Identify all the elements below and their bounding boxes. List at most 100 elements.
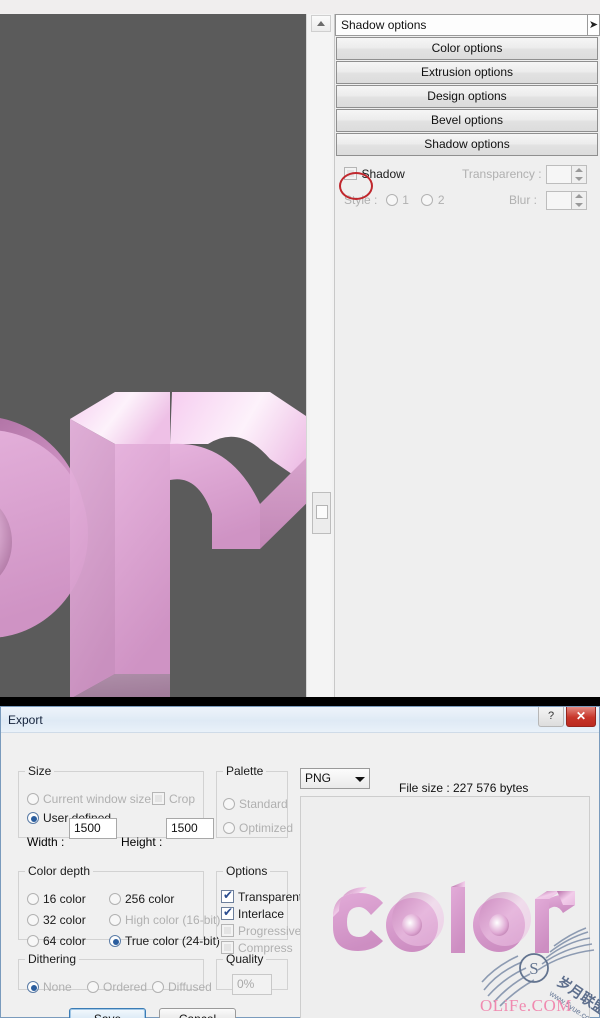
radio-64-color-dot[interactable] <box>27 935 39 947</box>
checkbox-transparent-box[interactable] <box>221 890 234 903</box>
quality-group-legend: Quality <box>223 952 266 966</box>
width-label: Width : <box>27 835 64 849</box>
cancel-button[interactable]: Cancel <box>159 1008 236 1018</box>
radio-16-color-label: 16 color <box>43 892 86 906</box>
export-preview <box>300 796 590 1018</box>
black-divider <box>0 697 600 706</box>
color-depth-group-legend: Color depth <box>25 864 93 878</box>
checkbox-crop-label: Crop <box>169 792 195 806</box>
splitter-handle-icon[interactable] <box>312 492 331 534</box>
transparency-spinner[interactable] <box>546 165 587 184</box>
checkbox-interlace[interactable]: Interlace <box>221 907 284 921</box>
panel-collapse-arrow-icon[interactable]: ➤ <box>587 15 599 35</box>
radio-32-color-dot[interactable] <box>27 914 39 926</box>
radio-256-color-label: 256 color <box>125 892 174 906</box>
top-strip <box>0 0 600 14</box>
canvas-3d-viewport[interactable] <box>0 14 306 697</box>
button-design-options[interactable]: Design options <box>336 85 598 108</box>
radio-current-window-size[interactable]: Current window size <box>27 792 151 806</box>
quality-input[interactable]: 0% <box>232 974 272 995</box>
radio-16-color-dot[interactable] <box>27 893 39 905</box>
transparency-input[interactable] <box>546 165 572 184</box>
radio-dither-none-dot[interactable] <box>27 981 39 993</box>
options-group: Options Transparent Interlace Progressiv… <box>216 864 288 940</box>
style-radio-1-label: 1 <box>402 193 409 207</box>
checkbox-interlace-box[interactable] <box>221 907 234 920</box>
style-radio-2[interactable] <box>421 194 433 206</box>
radio-dither-diffused-dot[interactable] <box>152 981 164 993</box>
size-group-legend: Size <box>25 764 54 778</box>
height-label: Height : <box>121 835 162 849</box>
blur-label: Blur : <box>509 193 537 207</box>
dithering-group: Dithering None Ordered Diffused <box>18 952 204 990</box>
checkbox-crop-box[interactable] <box>152 792 165 805</box>
close-button[interactable]: ✕ <box>566 707 596 727</box>
button-extrusion-options[interactable]: Extrusion options <box>336 61 598 84</box>
blur-spinner-arrows-icon[interactable] <box>572 191 587 210</box>
radio-16-color[interactable]: 16 color <box>27 892 86 906</box>
radio-high-color-label: High color (16-bit) <box>125 913 220 927</box>
radio-dither-ordered-label: Ordered <box>103 980 147 994</box>
button-bevel-options[interactable]: Bevel options <box>336 109 598 132</box>
radio-dither-diffused[interactable]: Diffused <box>152 980 212 994</box>
radio-64-color-label: 64 color <box>43 934 86 948</box>
blur-input[interactable] <box>546 191 572 210</box>
radio-32-color[interactable]: 32 color <box>27 913 86 927</box>
format-dropdown[interactable]: PNG <box>300 768 370 789</box>
panel-title-bar: Shadow options ➤ <box>335 14 600 36</box>
radio-true-color-dot[interactable] <box>109 935 121 947</box>
scroll-up-arrow-icon[interactable] <box>311 15 331 32</box>
color-depth-group: Color depth 16 color 256 color 32 color … <box>18 864 204 940</box>
vertical-scrollbar[interactable] <box>306 14 334 697</box>
shadow-checkbox[interactable] <box>344 167 357 180</box>
radio-64-color[interactable]: 64 color <box>27 934 86 948</box>
export-dialog: Export ? ✕ Size Current window size Crop… <box>0 706 600 1018</box>
radio-optimized-label: Optimized <box>239 821 293 835</box>
dialog-title-label: Export <box>8 713 43 727</box>
radio-32-color-label: 32 color <box>43 913 86 927</box>
checkbox-crop[interactable]: Crop <box>152 792 195 806</box>
radio-true-color[interactable]: True color (24-bit) <box>109 934 220 948</box>
radio-high-color[interactable]: High color (16-bit) <box>109 913 220 927</box>
save-button[interactable]: Save <box>69 1008 146 1018</box>
file-size-label: File size : 227 576 bytes <box>399 781 528 795</box>
width-input[interactable]: 1500 <box>69 818 117 839</box>
help-button[interactable]: ? <box>538 707 564 727</box>
checkbox-progressive[interactable]: Progressive <box>221 924 301 938</box>
radio-dither-none[interactable]: None <box>27 980 72 994</box>
radio-optimized[interactable]: Optimized <box>223 821 293 835</box>
checkbox-progressive-box[interactable] <box>221 924 234 937</box>
palette-group-legend: Palette <box>223 764 266 778</box>
radio-standard[interactable]: Standard <box>223 797 288 811</box>
radio-dither-ordered-dot[interactable] <box>87 981 99 993</box>
checkbox-transparent[interactable]: Transparent <box>221 890 302 904</box>
palette-group: Palette Standard Optimized <box>216 764 288 838</box>
dialog-title-bar[interactable]: Export ? ✕ <box>1 707 599 733</box>
style-label: Style : <box>344 193 377 207</box>
height-input[interactable]: 1500 <box>166 818 214 839</box>
chevron-down-icon <box>355 777 365 782</box>
radio-optimized-dot[interactable] <box>223 822 235 834</box>
radio-dither-diffused-label: Diffused <box>168 980 212 994</box>
button-color-options[interactable]: Color options <box>336 37 598 60</box>
transparency-label: Transparency : <box>462 167 542 181</box>
canvas-3d-text <box>0 374 306 697</box>
radio-dither-ordered[interactable]: Ordered <box>87 980 147 994</box>
transparency-spinner-arrows-icon[interactable] <box>572 165 587 184</box>
blur-spinner[interactable] <box>546 191 587 210</box>
radio-user-defined-dot[interactable] <box>27 812 39 824</box>
options-group-legend: Options <box>223 864 270 878</box>
radio-standard-label: Standard <box>239 797 288 811</box>
radio-dither-none-label: None <box>43 980 72 994</box>
radio-256-color-dot[interactable] <box>109 893 121 905</box>
radio-high-color-dot[interactable] <box>109 914 121 926</box>
radio-standard-dot[interactable] <box>223 798 235 810</box>
button-shadow-options[interactable]: Shadow options <box>336 133 598 156</box>
radio-256-color[interactable]: 256 color <box>109 892 174 906</box>
editor-area: Shadow options ➤ Color options Extrusion… <box>0 14 600 697</box>
checkbox-transparent-label: Transparent <box>238 890 302 904</box>
radio-current-window-size-dot[interactable] <box>27 793 39 805</box>
scrollbar-trough[interactable] <box>310 14 332 697</box>
style-radio-1[interactable] <box>386 194 398 206</box>
format-dropdown-value: PNG <box>305 771 331 785</box>
